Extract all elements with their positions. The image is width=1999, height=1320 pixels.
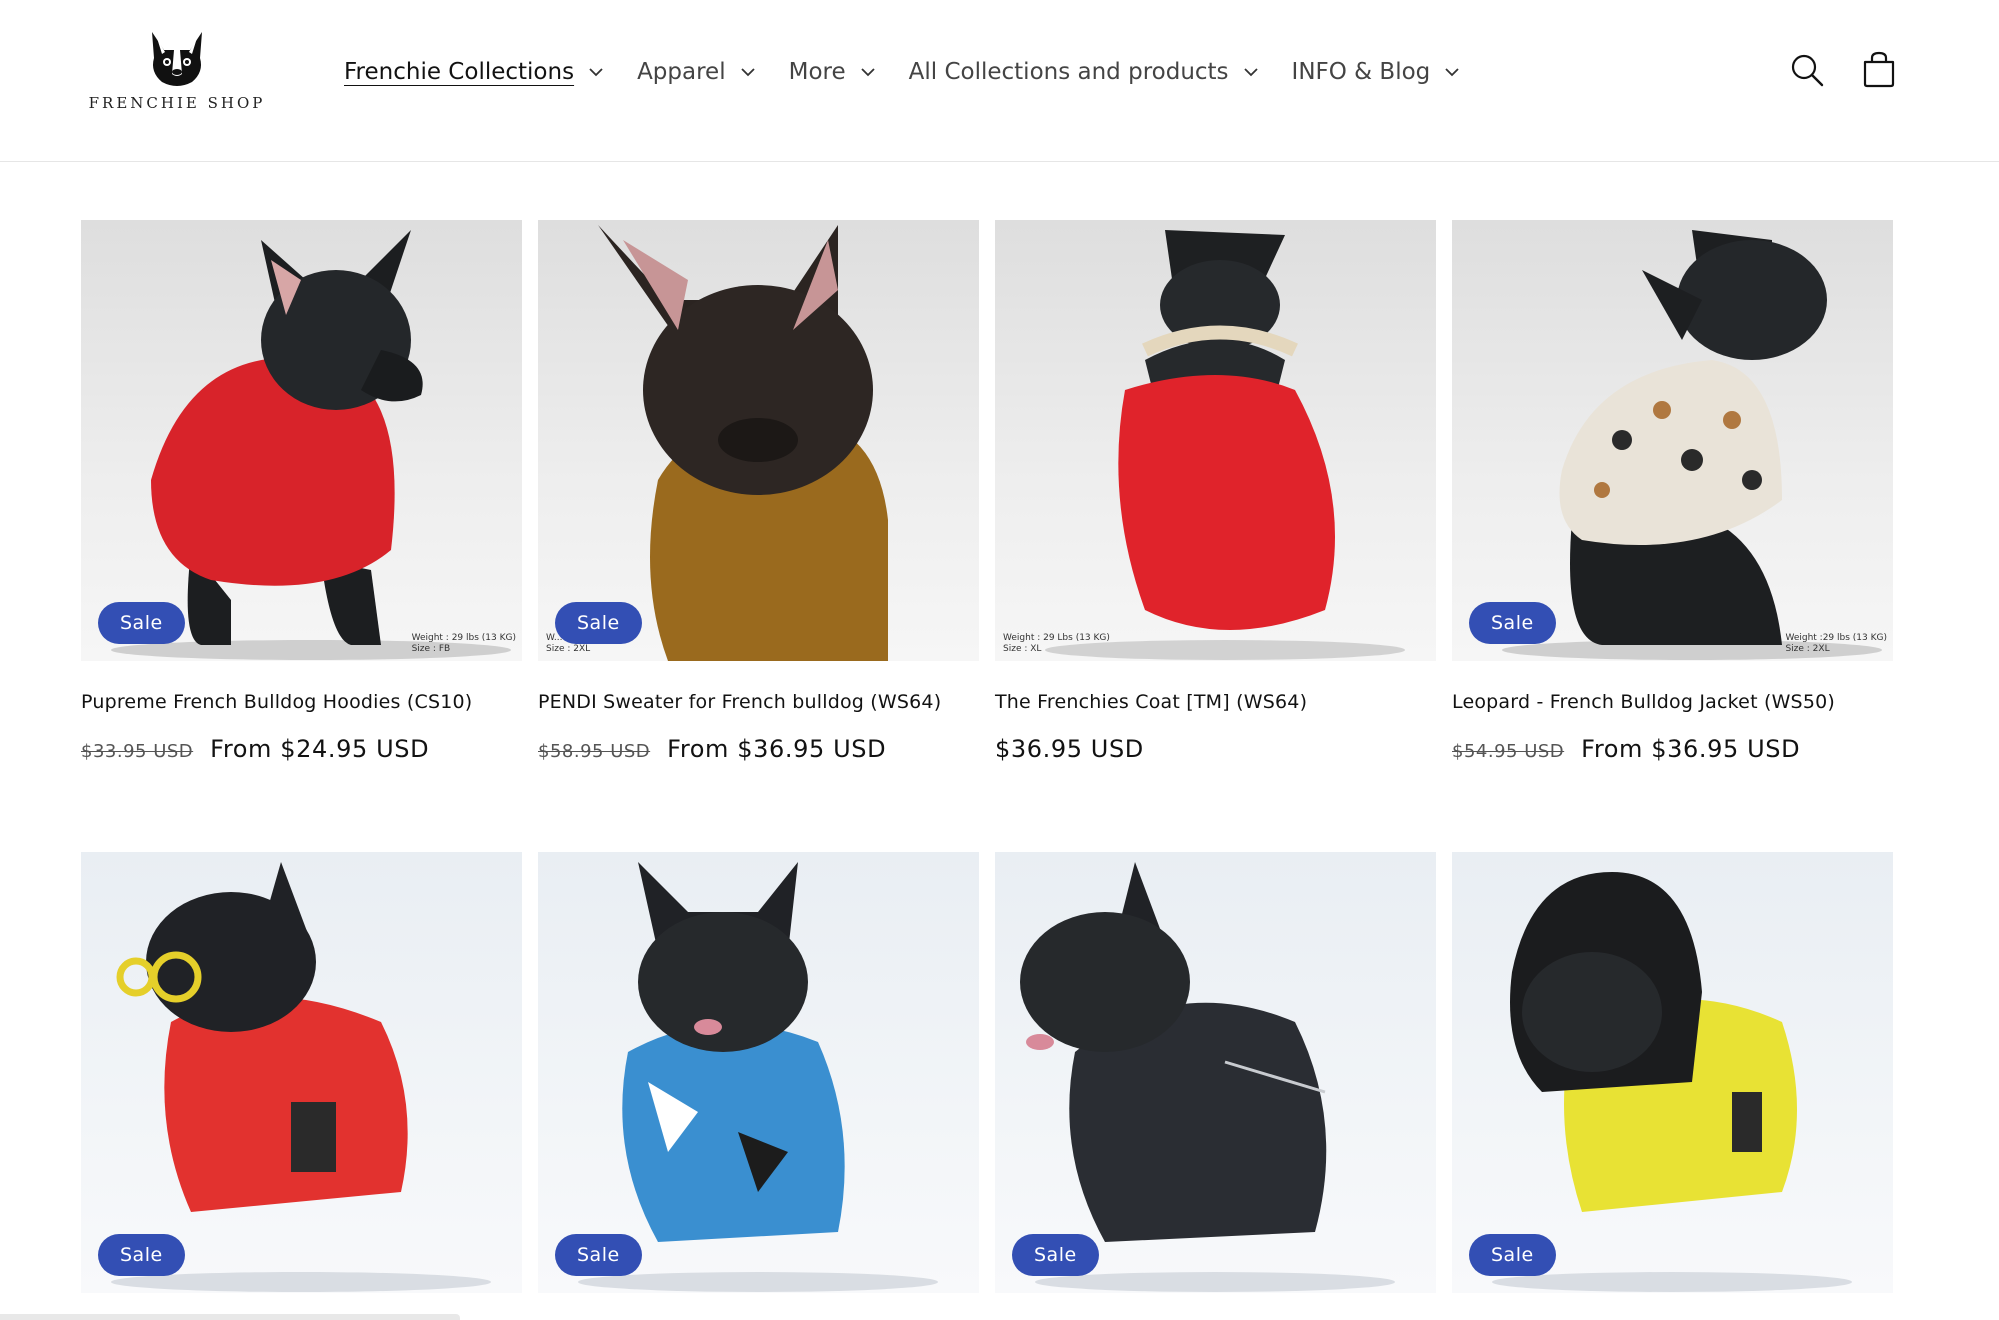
dog-photo — [1502, 230, 1882, 660]
dog-photo — [1020, 862, 1395, 1292]
sale-price: From $24.95 USD — [210, 735, 430, 763]
product-image[interactable]: Weight : 29 lbs (13 KG) Size : FB Sale — [81, 220, 522, 661]
regular-price: $33.95 USD — [81, 741, 194, 762]
sale-badge: Sale — [98, 602, 185, 644]
sale-price: From $36.95 USD — [1581, 735, 1801, 763]
product-image[interactable]: Weight :29 lbs (13 KG) Size : 2XL Sale — [1452, 220, 1893, 661]
nav-apparel[interactable]: Apparel — [637, 59, 756, 85]
chevron-down-icon — [740, 68, 755, 77]
product-image[interactable]: Sale — [81, 852, 522, 1293]
product-title[interactable]: Leopard - French Bulldog Jacket (WS50) — [1452, 691, 1893, 713]
nav-frenchie-collections[interactable]: Frenchie Collections — [344, 59, 604, 85]
logo[interactable]: FRENCHIE SHOP — [89, 28, 262, 120]
product-card[interactable]: Weight : 29 Lbs (13 KG) Size : XL The Fr… — [995, 220, 1436, 852]
sale-badge: Sale — [555, 1234, 642, 1276]
sale-price: $36.95 USD — [995, 735, 1144, 763]
nav-info-blog[interactable]: INFO & Blog — [1292, 59, 1461, 85]
dog-photo — [111, 230, 511, 660]
main-nav: Frenchie Collections Apparel More All Co… — [344, 52, 1493, 92]
search-icon[interactable] — [1787, 50, 1827, 90]
sale-badge: Sale — [1469, 1234, 1556, 1276]
dog-photo — [1045, 230, 1405, 660]
product-title[interactable]: The Frenchies Coat [TM] (WS64) — [995, 691, 1436, 713]
nav-label: More — [788, 59, 846, 85]
logo-text: FRENCHIE SHOP — [88, 94, 266, 112]
regular-price: $58.95 USD — [538, 741, 651, 762]
sale-price: From $36.95 USD — [667, 735, 887, 763]
dog-photo — [598, 225, 888, 661]
chevron-down-icon — [860, 68, 875, 77]
sale-badge: Sale — [98, 1234, 185, 1276]
nav-label: All Collections and products — [908, 59, 1229, 85]
sale-badge: Sale — [1012, 1234, 1099, 1276]
cart-icon[interactable] — [1859, 50, 1899, 90]
nav-more[interactable]: More — [789, 59, 876, 85]
price-row: $33.95 USD From $24.95 USD — [81, 735, 522, 763]
product-grid: Weight : 29 lbs (13 KG) Size : FB Sale P… — [81, 220, 1897, 1293]
chevron-down-icon — [589, 68, 603, 77]
regular-price: $54.95 USD — [1452, 741, 1565, 762]
price-row: $36.95 USD — [995, 735, 1436, 763]
product-card[interactable]: Sale — [81, 852, 522, 1293]
scroll-indicator — [0, 1314, 460, 1320]
image-size-text: Weight : 29 lbs (13 KG) Size : FB — [411, 633, 516, 654]
header-actions — [1755, 50, 1899, 90]
product-image[interactable]: Sale — [1452, 852, 1893, 1293]
frenchie-logo-icon — [152, 32, 202, 86]
dog-photo — [578, 862, 938, 1292]
site-header: FRENCHIE SHOP Frenchie Collections Appar… — [0, 0, 1999, 162]
product-title[interactable]: Pupreme French Bulldog Hoodies (CS10) — [81, 691, 522, 713]
price-row: $58.95 USD From $36.95 USD — [538, 735, 979, 763]
sale-badge: Sale — [1469, 602, 1556, 644]
image-size-text: Weight :29 lbs (13 KG) Size : 2XL — [1785, 633, 1887, 654]
product-image[interactable]: W... 3KG) Size : 2XL Sale — [538, 220, 979, 661]
dog-photo — [1492, 872, 1852, 1292]
dog-photo — [111, 862, 491, 1292]
nav-label: Frenchie Collections — [344, 59, 575, 85]
nav-all-collections[interactable]: All Collections and products — [909, 59, 1259, 85]
product-card[interactable]: Sale — [995, 852, 1436, 1293]
product-card[interactable]: Weight : 29 lbs (13 KG) Size : FB Sale P… — [81, 220, 522, 852]
nav-label: INFO & Blog — [1291, 59, 1431, 85]
product-title[interactable]: PENDI Sweater for French bulldog (WS64) — [538, 691, 979, 713]
product-image[interactable]: Sale — [538, 852, 979, 1293]
product-image[interactable]: Sale — [995, 852, 1436, 1293]
product-image[interactable]: Weight : 29 Lbs (13 KG) Size : XL — [995, 220, 1436, 661]
sale-badge: Sale — [555, 602, 642, 644]
product-card[interactable]: Weight :29 lbs (13 KG) Size : 2XL Sale L… — [1452, 220, 1893, 852]
product-card[interactable]: W... 3KG) Size : 2XL Sale PENDI Sweater … — [538, 220, 979, 852]
product-card[interactable]: Sale — [538, 852, 979, 1293]
nav-label: Apparel — [637, 59, 726, 85]
chevron-down-icon — [1243, 68, 1258, 77]
image-size-text: Weight : 29 Lbs (13 KG) Size : XL — [1003, 633, 1110, 654]
price-row: $54.95 USD From $36.95 USD — [1452, 735, 1893, 763]
product-card[interactable]: Sale — [1452, 852, 1893, 1293]
chevron-down-icon — [1445, 68, 1459, 77]
